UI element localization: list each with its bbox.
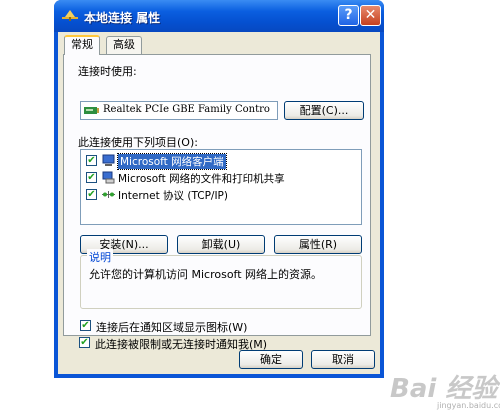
window-title: 本地连接 属性 <box>84 11 161 25</box>
network-connection-icon <box>62 10 78 21</box>
checkbox-show-icon[interactable]: ✔ <box>80 320 91 331</box>
items-label: 此连接使用下列项目(O): <box>78 136 198 149</box>
list-item-label: Microsoft 网络客户端 <box>117 153 227 170</box>
protocol-icon <box>102 191 115 198</box>
tab-general[interactable]: 常规 <box>64 35 100 55</box>
list-item-label: Internet 协议 (TCP/IP) <box>118 190 228 202</box>
properties-dialog: 本地连接 属性 ? ✕ 常规 高级 连接时使用: Realtek PCIe GB… <box>54 0 384 378</box>
properties-button[interactable]: 属性(R) <box>274 235 362 254</box>
network-client-icon <box>102 154 115 166</box>
file-printer-sharing-icon <box>102 171 115 184</box>
list-item-network-client[interactable]: ✔ Microsoft 网络客户端 <box>84 153 356 170</box>
checkbox-file-printer-sharing[interactable]: ✔ <box>86 172 97 183</box>
checkbox-network-client[interactable]: ✔ <box>86 155 97 166</box>
show-icon-label: 连接后在通知区域显示图标(W) <box>96 321 248 334</box>
cancel-button[interactable]: 取消 <box>311 350 375 369</box>
ok-button[interactable]: 确定 <box>239 350 303 369</box>
checkbox-tcpip[interactable]: ✔ <box>86 189 97 200</box>
help-button[interactable]: ? <box>338 5 359 26</box>
watermark-logo: Bai 经验 <box>390 374 498 404</box>
components-list[interactable]: ✔ Microsoft 网络客户端 ✔ Microsoft 网络的文件和打印机共… <box>80 149 362 225</box>
general-tab-panel: 连接时使用: Realtek PCIe GBE Family Contro 配置… <box>63 54 371 336</box>
description-title: 说明 <box>87 249 113 265</box>
dialog-client-area: 常规 高级 连接时使用: Realtek PCIe GBE Family Con… <box>58 32 380 374</box>
configure-button[interactable]: 配置(C)... <box>284 101 364 120</box>
close-button[interactable]: ✕ <box>360 5 381 26</box>
checkbox-notify[interactable]: ✔ <box>79 337 90 348</box>
description-group: 说明 允许您的计算机访问 Microsoft 网络上的资源。 <box>80 249 362 309</box>
list-item-file-printer-sharing[interactable]: ✔ Microsoft 网络的文件和打印机共享 <box>84 170 356 186</box>
network-adapter-icon <box>84 107 99 114</box>
adapter-field: Realtek PCIe GBE Family Contro <box>80 101 278 120</box>
title-bar[interactable]: 本地连接 属性 ? ✕ <box>54 0 384 32</box>
tab-advanced[interactable]: 高级 <box>106 36 142 54</box>
list-item-label: Microsoft 网络的文件和打印机共享 <box>118 173 285 185</box>
adapter-name: Realtek PCIe GBE Family Contro <box>103 104 270 115</box>
connect-using-label: 连接时使用: <box>78 65 137 78</box>
uninstall-button[interactable]: 卸载(U) <box>177 235 265 254</box>
description-text: 允许您的计算机访问 Microsoft 网络上的资源。 <box>89 268 323 281</box>
watermark-url: jingyan.baidu.com <box>437 401 500 410</box>
list-item-tcpip[interactable]: ✔ Internet 协议 (TCP/IP) <box>84 187 356 203</box>
